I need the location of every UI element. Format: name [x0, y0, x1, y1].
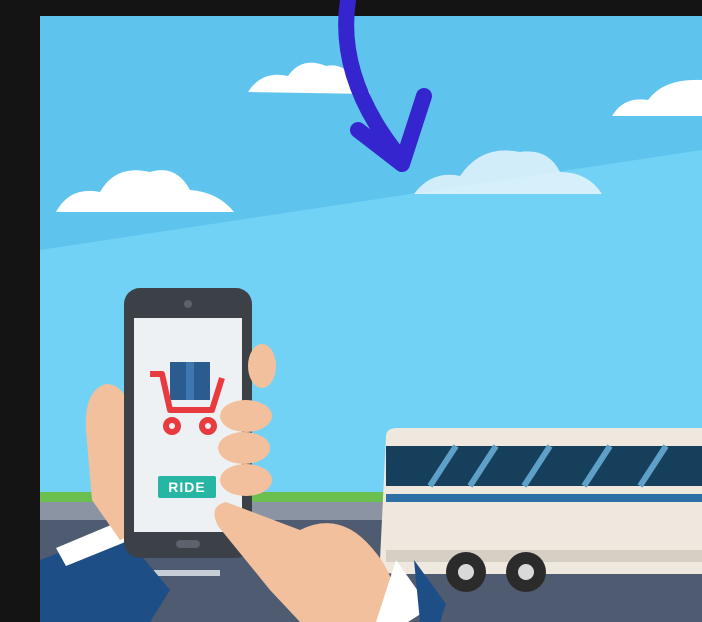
ride-button-label: RIDE	[168, 479, 206, 495]
ride-button[interactable]: RIDE	[158, 476, 216, 498]
bus-icon	[380, 428, 702, 592]
illustration-frame	[0, 0, 702, 622]
package-icon	[170, 362, 210, 400]
